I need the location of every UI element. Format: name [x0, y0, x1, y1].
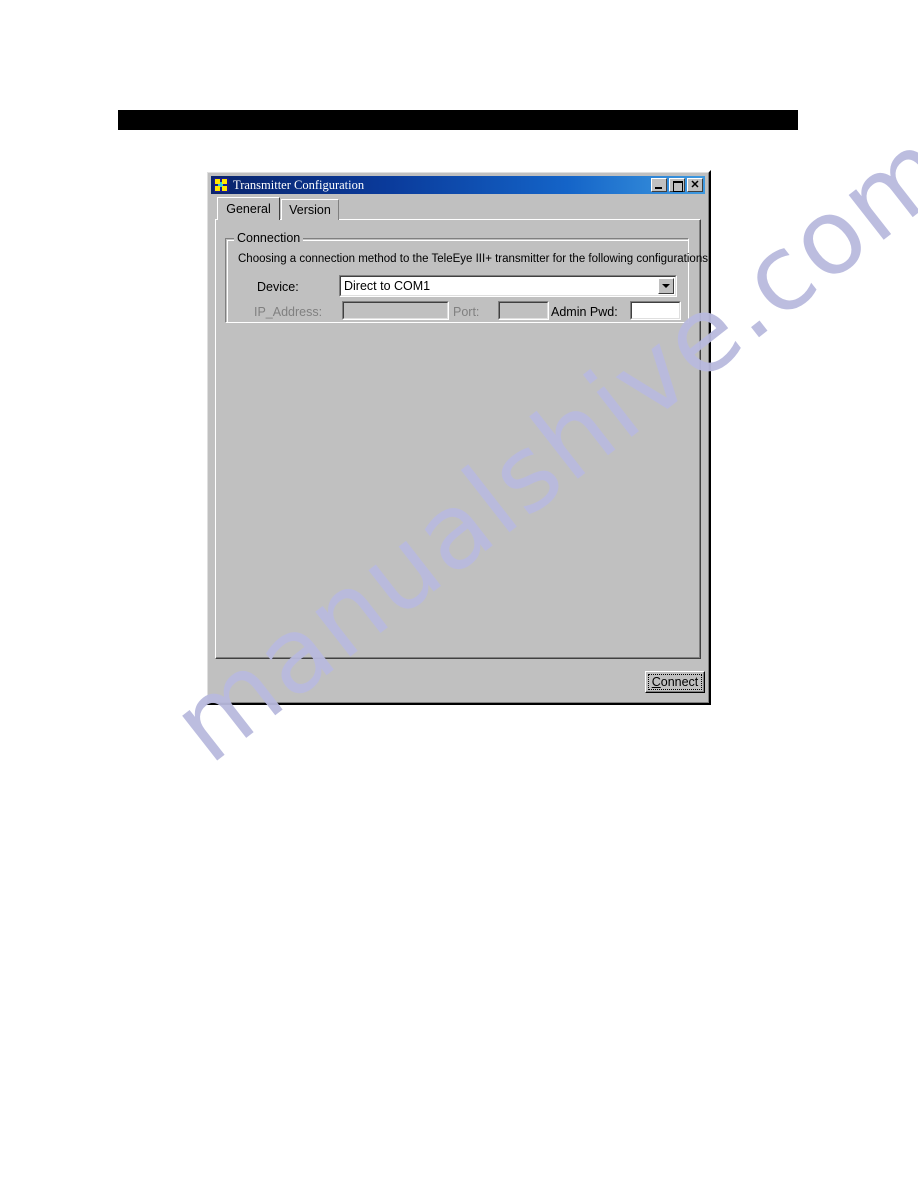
- connect-button-mnemonic: C: [651, 675, 661, 689]
- transmitter-configuration-window: Transmitter Configuration ✕ General Vers…: [205, 170, 711, 705]
- port-input[interactable]: [498, 301, 549, 320]
- window-bevel: Transmitter Configuration ✕ General Vers…: [207, 172, 709, 703]
- connect-button[interactable]: Connect: [645, 671, 705, 693]
- tab-strip: General Version: [215, 197, 701, 220]
- window-controls: ✕: [651, 178, 703, 192]
- connect-button-focus-ring: Connect: [648, 674, 702, 690]
- page-header-redaction-bar: [118, 110, 798, 130]
- admin-pwd-input-value: [631, 302, 680, 319]
- device-combobox[interactable]: Direct to COM1: [339, 275, 677, 297]
- window-title: Transmitter Configuration: [233, 177, 365, 192]
- connection-groupbox: Connection Choosing a connection method …: [225, 231, 708, 323]
- minimize-icon[interactable]: [651, 178, 667, 192]
- admin-pwd-input[interactable]: [630, 301, 681, 320]
- admin-pwd-label: Admin Pwd:: [551, 305, 618, 319]
- tab-panel-general: Connection Choosing a connection method …: [215, 219, 708, 659]
- tab-version[interactable]: Version: [281, 199, 339, 220]
- tab-general[interactable]: General: [217, 197, 280, 220]
- port-label: Port:: [453, 305, 480, 319]
- connect-button-label: Connect: [652, 675, 699, 689]
- device-label: Device:: [257, 280, 299, 294]
- close-icon[interactable]: ✕: [687, 178, 703, 192]
- window-titlebar[interactable]: Transmitter Configuration ✕: [211, 176, 705, 194]
- device-combobox-value: Direct to COM1: [340, 276, 676, 296]
- chevron-down-icon[interactable]: [658, 278, 674, 294]
- ip-address-input-value: [343, 302, 448, 319]
- connect-button-label-rest: onnect: [660, 675, 699, 689]
- tab-panel-bevel: Connection Choosing a connection method …: [216, 220, 708, 658]
- connection-instruction-text: Choosing a connection method to the Tele…: [238, 253, 708, 265]
- app-icon: [214, 178, 229, 192]
- port-input-value: [499, 302, 548, 319]
- connection-groupbox-title: Connection: [234, 231, 304, 245]
- ip-address-input[interactable]: [342, 301, 449, 320]
- ip-address-label: IP_Address:: [254, 305, 323, 319]
- maximize-icon[interactable]: [669, 178, 685, 192]
